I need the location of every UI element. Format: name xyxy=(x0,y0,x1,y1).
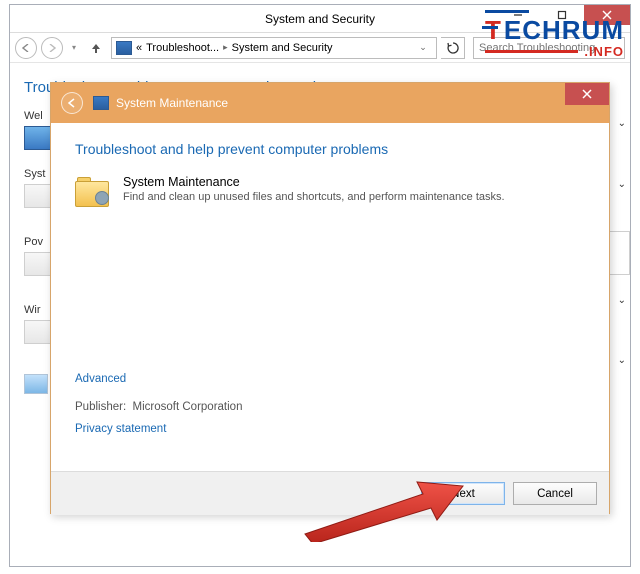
logo-rest: ECHRUM xyxy=(504,15,624,45)
thumbnail-icon xyxy=(24,374,48,394)
next-button[interactable]: Next xyxy=(421,482,505,505)
dialog-footer: Next Cancel xyxy=(51,471,609,515)
cancel-button[interactable]: Cancel xyxy=(513,482,597,505)
logo-t: T xyxy=(485,15,504,46)
power-icon xyxy=(24,252,52,276)
item-description: Find and clean up unused files and short… xyxy=(123,191,505,203)
collapse-chevron-icon[interactable]: ⌄ xyxy=(618,118,626,129)
system-icon xyxy=(24,184,52,208)
logo-sub: .INFO xyxy=(584,44,624,59)
refresh-icon xyxy=(447,42,459,54)
dialog-title: System Maintenance xyxy=(116,96,228,110)
control-panel-icon xyxy=(116,41,132,55)
breadcrumb-item-2[interactable]: System and Security xyxy=(232,42,333,54)
nav-history-dropdown[interactable]: ▾ xyxy=(67,37,81,59)
troubleshooter-item[interactable]: System Maintenance Find and clean up unu… xyxy=(75,175,585,207)
arrow-left-icon xyxy=(67,98,77,108)
breadcrumb-dropdown[interactable]: ⌄ xyxy=(414,42,432,53)
refresh-button[interactable] xyxy=(441,37,465,59)
dialog-titlebar: System Maintenance xyxy=(51,83,609,123)
breadcrumb-item-1[interactable]: Troubleshoot... xyxy=(146,42,219,54)
close-icon xyxy=(582,89,592,99)
publisher-label: Publisher: xyxy=(75,401,126,413)
collapse-chevron-icon[interactable]: ⌄ xyxy=(618,295,626,306)
publisher-value: Microsoft Corporation xyxy=(133,401,243,413)
breadcrumb-prefix: « xyxy=(136,42,142,54)
windows-icon xyxy=(24,320,52,344)
arrow-left-icon xyxy=(22,44,30,52)
advanced-link[interactable]: Advanced xyxy=(75,373,126,385)
arrow-up-icon xyxy=(90,42,102,54)
back-button[interactable] xyxy=(15,37,37,59)
forward-button[interactable] xyxy=(41,37,63,59)
chevron-right-icon: ▸ xyxy=(223,42,228,53)
troubleshooter-dialog: System Maintenance Troubleshoot and help… xyxy=(50,82,610,514)
publisher-line: Publisher: Microsoft Corporation xyxy=(75,401,242,413)
watermark-logo: TECHRUM .INFO xyxy=(485,10,624,59)
folder-gear-icon xyxy=(75,177,111,207)
dialog-back-button[interactable] xyxy=(61,92,83,114)
item-name: System Maintenance xyxy=(123,175,505,189)
control-panel-icon xyxy=(93,96,109,110)
collapse-chevron-icon[interactable]: ⌄ xyxy=(618,355,626,366)
up-button[interactable] xyxy=(85,37,107,59)
breadcrumb-bar[interactable]: « Troubleshoot... ▸ System and Security … xyxy=(111,37,437,59)
arrow-right-icon xyxy=(48,44,56,52)
dialog-heading: Troubleshoot and help prevent computer p… xyxy=(75,141,585,157)
privacy-link[interactable]: Privacy statement xyxy=(75,423,166,435)
collapse-chevron-icon[interactable]: ⌄ xyxy=(618,179,626,190)
dialog-close-button[interactable] xyxy=(565,83,609,105)
dialog-body: Troubleshoot and help prevent computer p… xyxy=(51,123,609,471)
shield-icon xyxy=(24,126,52,150)
